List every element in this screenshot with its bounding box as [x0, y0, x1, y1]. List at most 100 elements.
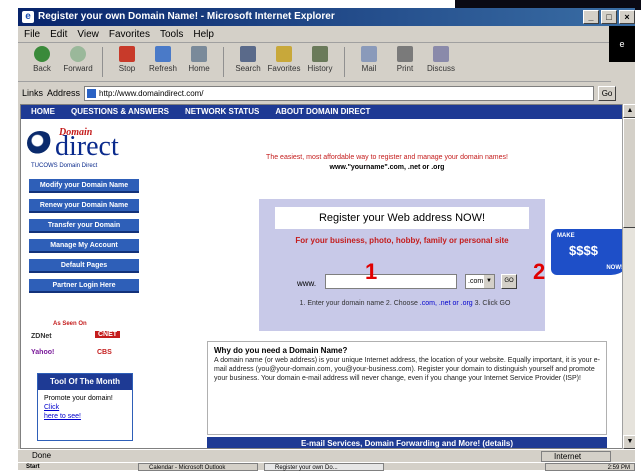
scroll-down-icon[interactable]: ▼	[623, 435, 635, 449]
sidebar-link-modify[interactable]: Modify your Domain Name	[29, 179, 139, 193]
scroll-up-icon[interactable]: ▲	[623, 104, 635, 118]
address-go-button[interactable]: Go	[598, 85, 617, 101]
print-icon	[397, 46, 413, 62]
media-logo-cnet[interactable]: CNET	[95, 331, 121, 338]
favorites-icon	[276, 46, 292, 62]
tld-links[interactable]: .com, .net or .org	[420, 300, 473, 307]
media-logo-yahoo[interactable]: Yahoo!	[31, 349, 54, 356]
menu-edit[interactable]: Edit	[50, 26, 67, 42]
forward-button[interactable]: Forward	[60, 44, 96, 80]
register-go-button[interactable]: GO	[501, 274, 517, 289]
scroll-thumb[interactable]	[623, 118, 635, 228]
chevron-down-icon: ▼	[484, 275, 494, 288]
ie-icon: e	[22, 11, 34, 23]
address-input[interactable]: http://www.domaindirect.com/	[84, 85, 595, 101]
sidebar-link-default-pages[interactable]: Default Pages	[29, 259, 139, 273]
status-bar: Done Internet	[18, 449, 635, 462]
make-money-line3: NOW!	[606, 265, 623, 271]
maximize-button[interactable]: □	[601, 10, 617, 24]
annotation-marker-1: 1	[365, 259, 378, 284]
register-steps: 1. Enter your domain name 2. Choose .com…	[299, 300, 511, 307]
home-button[interactable]: Home	[181, 44, 217, 80]
tool-of-month-header: Tool Of The Month	[38, 374, 132, 390]
mail-icon	[361, 46, 377, 62]
menu-bar: File Edit View Favorites Tools Help	[18, 26, 635, 43]
menu-help[interactable]: Help	[193, 26, 214, 42]
history-icon	[312, 46, 328, 62]
logo-swirl-icon	[27, 131, 53, 155]
intro-tagline: The easiest, most affordable way to regi…	[266, 154, 508, 161]
home-icon	[191, 46, 207, 62]
page-icon	[87, 88, 97, 98]
nav-questions[interactable]: QUESTIONS & ANSWERS	[71, 105, 169, 119]
services-banner[interactable]: E-mail Services, Domain Forwarding and M…	[207, 437, 607, 448]
status-text: Done	[32, 451, 52, 460]
toolbar-separator	[102, 47, 103, 77]
tool-of-month-click-link[interactable]: Click	[44, 403, 126, 412]
menu-file[interactable]: File	[24, 26, 40, 42]
search-button[interactable]: Search	[230, 44, 266, 80]
search-icon	[240, 46, 256, 62]
title-bar[interactable]: e Register your own Domain Name! - Micro…	[18, 8, 635, 26]
page-viewport: HOME QUESTIONS & ANSWERS NETWORK STATUS …	[20, 104, 623, 449]
register-title: Register your Web address NOW!	[275, 207, 529, 229]
links-label[interactable]: Links	[22, 83, 43, 103]
intro-domains: www."yourname".com, .net or .org	[329, 164, 445, 171]
taskbar: Start Calendar - Microsoft Outlook Regis…	[18, 462, 635, 471]
address-bar: Links Address http://www.domaindirect.co…	[18, 83, 635, 103]
why-text: A domain name (or web address) is your u…	[214, 357, 600, 382]
why-domain-box: Why do you need a Domain Name? A domain …	[207, 341, 607, 435]
refresh-icon	[155, 46, 171, 62]
mail-button[interactable]: Mail	[351, 44, 387, 80]
as-seen-on-label: As Seen On	[53, 321, 87, 327]
main-content: The easiest, most affordable way to regi…	[147, 119, 623, 448]
forward-arrow-icon	[70, 46, 86, 62]
nav-home[interactable]: HOME	[31, 105, 55, 119]
domain-direct-logo[interactable]: Domain direct	[25, 127, 143, 161]
stop-icon	[119, 46, 135, 62]
menu-favorites[interactable]: Favorites	[109, 26, 150, 42]
www-label: www.	[297, 279, 317, 288]
sidebar-link-transfer[interactable]: Transfer your Domain	[29, 219, 139, 233]
sidebar-link-account[interactable]: Manage My Account	[29, 239, 139, 253]
favorites-button[interactable]: Favorites	[266, 44, 302, 80]
discuss-button[interactable]: Discuss	[423, 44, 459, 80]
media-logo-zdnet[interactable]: ZDNet	[31, 333, 52, 340]
toolbar-separator	[344, 47, 345, 77]
toolbar: Back Forward Stop Refresh Home Search Fa…	[18, 44, 611, 82]
sidebar-link-partner-login[interactable]: Partner Login Here	[29, 279, 139, 293]
why-question: Why do you need a Domain Name?	[214, 346, 348, 355]
annotation-marker-2: 2	[533, 259, 546, 284]
window-title: Register your own Domain Name! - Microso…	[38, 11, 335, 22]
register-subtitle: For your business, photo, hobby, family …	[295, 236, 509, 245]
back-arrow-icon	[34, 46, 50, 62]
discuss-icon	[433, 46, 449, 62]
back-button[interactable]: Back	[24, 44, 60, 80]
zone-indicator: Internet	[541, 451, 611, 462]
refresh-button[interactable]: Refresh	[145, 44, 181, 80]
register-box: Register your Web address NOW! For your …	[259, 199, 545, 331]
print-button[interactable]: Print	[387, 44, 423, 80]
tool-of-month-here-link[interactable]: here to see!	[44, 412, 126, 421]
menu-tools[interactable]: Tools	[160, 26, 183, 42]
nav-network-status[interactable]: NETWORK STATUS	[185, 105, 259, 119]
minimize-button[interactable]: _	[583, 10, 599, 24]
media-logo-cbs[interactable]: CBS	[97, 349, 112, 356]
make-money-line2: $$$$	[569, 243, 598, 258]
logo-tagline: TUCOWS Domain Direct	[31, 163, 98, 169]
close-button[interactable]: ×	[619, 10, 635, 24]
window-controls: _ □ ×	[583, 10, 635, 24]
make-money-ad[interactable]: MAKE $$$$ NOW!	[551, 229, 623, 275]
history-button[interactable]: History	[302, 44, 338, 80]
stop-button[interactable]: Stop	[109, 44, 145, 80]
tool-of-the-month: Tool Of The Month Promote your domain! C…	[37, 373, 133, 441]
screen-frame-right	[635, 10, 641, 470]
sidebar-link-renew[interactable]: Renew your Domain Name	[29, 199, 139, 213]
domain-name-input[interactable]	[325, 274, 457, 289]
tld-select[interactable]: .com ▼	[465, 274, 495, 289]
site-nav: HOME QUESTIONS & ANSWERS NETWORK STATUS …	[21, 105, 622, 119]
menu-view[interactable]: View	[77, 26, 99, 42]
vertical-scrollbar[interactable]: ▲ ▼	[622, 104, 635, 449]
nav-about[interactable]: ABOUT DOMAIN DIRECT	[275, 105, 370, 119]
intro-text: The easiest, most affordable way to regi…	[207, 153, 567, 173]
